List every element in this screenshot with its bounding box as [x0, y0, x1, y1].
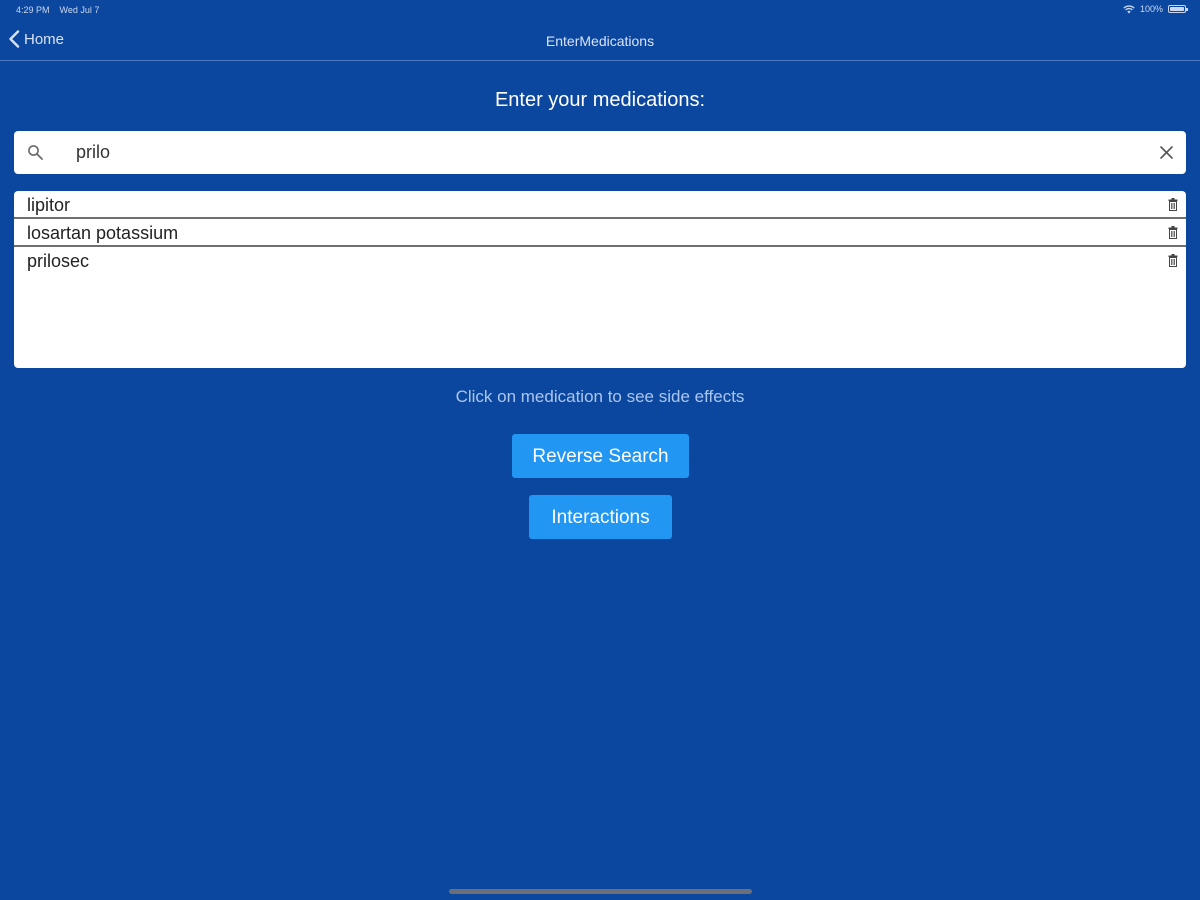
- status-right: 100%: [1123, 4, 1188, 14]
- status-date: Wed Jul 7: [59, 5, 100, 15]
- status-bar: 4:29 PM Wed Jul 7 100%: [0, 0, 1200, 22]
- battery-percent: 100%: [1139, 4, 1163, 14]
- status-time: 4:29 PM: [16, 5, 50, 15]
- battery-icon: [1168, 5, 1188, 13]
- medication-name: prilosec: [27, 251, 90, 271]
- wifi-icon: [1123, 4, 1135, 13]
- search-input[interactable]: [76, 139, 1126, 165]
- battery-fill: [1170, 7, 1184, 11]
- reverse-search-button[interactable]: Reverse Search: [512, 434, 689, 478]
- medication-name: lipitor: [27, 195, 71, 215]
- trash-icon[interactable]: [1168, 254, 1178, 267]
- hint-text: Click on medication to see side effects: [455, 387, 745, 406]
- nav-bar: Home EnterMedications: [0, 22, 1200, 61]
- home-indicator: [449, 889, 752, 894]
- search-box[interactable]: [14, 131, 1186, 174]
- medication-item[interactable]: prilosec: [14, 247, 1186, 273]
- trash-icon[interactable]: [1168, 198, 1178, 211]
- status-left: 4:29 PM Wed Jul 7: [16, 5, 99, 15]
- search-icon: [28, 145, 43, 160]
- medication-item[interactable]: lipitor: [14, 191, 1186, 219]
- trash-icon[interactable]: [1168, 226, 1178, 239]
- nav-title: EnterMedications: [545, 33, 655, 49]
- medication-list: lipitor losartan potassium prilosec: [14, 191, 1186, 368]
- page-heading: Enter your medications:: [494, 89, 706, 111]
- interactions-button[interactable]: Interactions: [529, 495, 672, 539]
- close-icon[interactable]: [1159, 145, 1174, 160]
- medication-item[interactable]: losartan potassium: [14, 219, 1186, 247]
- medication-name: losartan potassium: [27, 223, 179, 243]
